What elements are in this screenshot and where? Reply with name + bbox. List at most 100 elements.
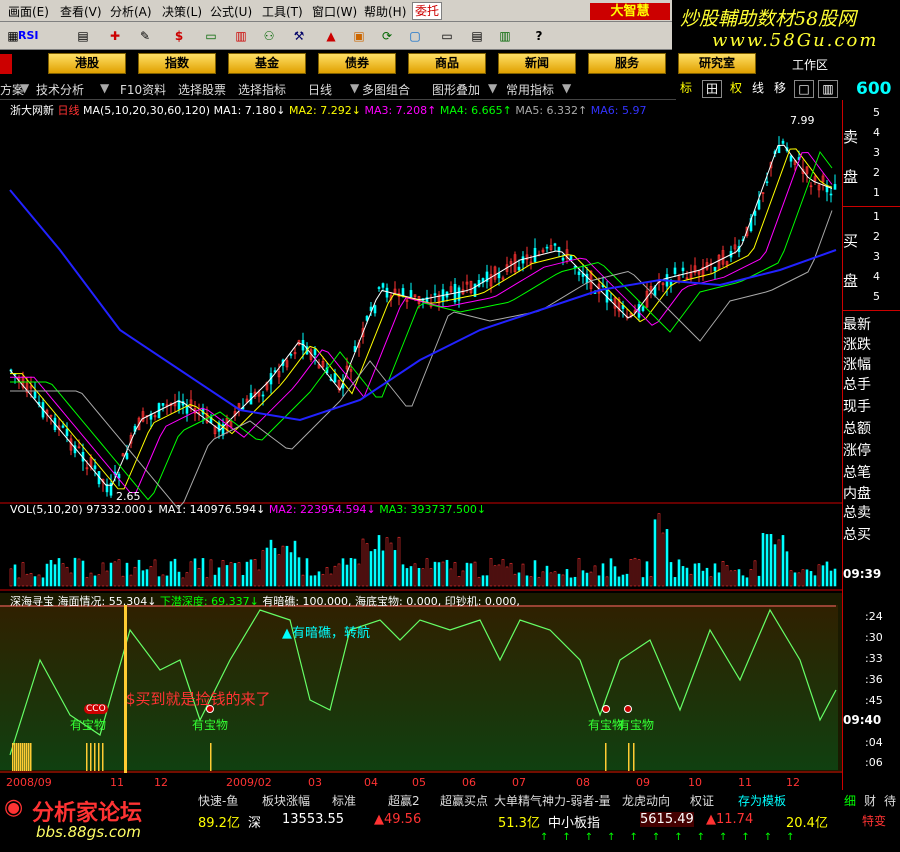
- index-value: 13553.55: [282, 812, 345, 827]
- daily-button[interactable]: 日线: [308, 81, 332, 98]
- nav-bonds[interactable]: 债券: [318, 53, 396, 74]
- candle-body: [585, 273, 589, 284]
- select-indicator-button[interactable]: 选择指标: [238, 81, 286, 98]
- status-tab[interactable]: 超赢2: [388, 792, 420, 809]
- multi-chart-button[interactable]: 多图组合: [362, 81, 410, 98]
- nav-index[interactable]: 指数: [138, 53, 216, 74]
- layout-icon[interactable]: ▤: [466, 26, 488, 46]
- move-button[interactable]: 移: [770, 80, 790, 98]
- status-tab[interactable]: 标准: [332, 792, 356, 809]
- calendar-icon[interactable]: ▣: [348, 26, 370, 46]
- money-icon[interactable]: ▭: [200, 26, 222, 46]
- volume-bar: [633, 557, 637, 587]
- volume-bar: [457, 576, 461, 587]
- tick-time: 09:39: [843, 567, 882, 581]
- nav-hk-stocks[interactable]: 港股: [48, 53, 126, 74]
- grid-button[interactable]: 田: [702, 80, 722, 98]
- chart-icon[interactable]: ▤: [72, 26, 94, 46]
- status-tab[interactable]: 大单精气神力-弱者-量: [494, 792, 611, 809]
- volume-bar: [129, 574, 133, 587]
- wrench-icon[interactable]: ⚒: [288, 26, 310, 46]
- menu-item-help[interactable]: 帮助(H): [364, 3, 406, 20]
- books-icon[interactable]: ▥: [494, 26, 516, 46]
- menu-item-screen[interactable]: 画面(E): [8, 3, 49, 20]
- rsi-button[interactable]: RSI: [18, 26, 39, 46]
- status-tab[interactable]: 龙虎动向: [622, 792, 670, 809]
- signal-spike: [102, 743, 104, 771]
- field-latest: 最新: [843, 317, 871, 333]
- menu-item-window[interactable]: 窗口(W): [312, 3, 357, 20]
- board-change: ▲11.74: [706, 812, 754, 827]
- common-indicator-button[interactable]: 常用指标: [506, 81, 554, 98]
- alert-icon[interactable]: ▲: [320, 26, 342, 46]
- candle-body: [557, 247, 561, 251]
- tech-analysis-button[interactable]: 技术分析: [36, 81, 84, 98]
- ruler-icon[interactable]: ✎: [134, 26, 156, 46]
- binoculars-icon[interactable]: ⚇: [258, 26, 280, 46]
- mark-button[interactable]: 标: [676, 80, 696, 98]
- workspace-label[interactable]: 工作区: [792, 56, 828, 73]
- volume-bar: [665, 529, 669, 587]
- volume-bar: [421, 568, 425, 587]
- bars-icon[interactable]: ▥: [230, 26, 252, 46]
- menu-item-view[interactable]: 查看(V): [60, 3, 102, 20]
- volume-bar: [449, 568, 453, 587]
- status-tab[interactable]: 超赢买点: [440, 792, 488, 809]
- dropdown-arrow-icon[interactable]: ▼: [100, 81, 109, 95]
- right-tab[interactable]: 细: [844, 792, 856, 809]
- nav-research[interactable]: 研究室: [678, 53, 756, 74]
- volume-bar: [689, 573, 693, 587]
- volume-bar: [593, 565, 597, 587]
- time-label: 11: [738, 776, 752, 789]
- menu-item-analysis[interactable]: 分析(A): [110, 3, 152, 20]
- volume-bar: [185, 572, 189, 587]
- line-button[interactable]: 线: [748, 80, 768, 98]
- crosshair-icon[interactable]: ✚: [104, 26, 126, 46]
- volume-bar: [105, 570, 109, 587]
- volume-bar: [705, 567, 709, 587]
- dropdown-arrow-icon[interactable]: ▼: [488, 81, 497, 95]
- sync-icon[interactable]: ⟳: [376, 26, 398, 46]
- dropdown-arrow-icon[interactable]: ▼: [20, 81, 29, 95]
- volume-bar: [249, 559, 253, 587]
- dropdown-arrow-icon[interactable]: ▼: [350, 81, 359, 95]
- menu-item-formula[interactable]: 公式(U): [210, 3, 252, 20]
- menu-item-decision[interactable]: 决策(L): [162, 3, 202, 20]
- dollar-button[interactable]: $: [168, 26, 190, 46]
- status-tab[interactable]: 快速-鱼: [198, 792, 238, 809]
- volume-bar: [501, 559, 505, 587]
- menu-item-tools[interactable]: 工具(T): [262, 3, 303, 20]
- right-tab[interactable]: 待: [884, 792, 896, 809]
- volume-bar: [769, 534, 773, 587]
- status-tab[interactable]: 板块涨幅: [262, 792, 310, 809]
- buy-annotation: $买到就是捡钱的来了: [126, 690, 271, 708]
- nav-funds[interactable]: 基金: [228, 53, 306, 74]
- display-icon[interactable]: ▢: [404, 26, 426, 46]
- right-tab[interactable]: 财: [864, 792, 876, 809]
- rights-button[interactable]: 权: [726, 80, 746, 98]
- sea-label: 海面情况: 55.304↓: [57, 595, 157, 608]
- dropdown-arrow-icon[interactable]: ▼: [562, 81, 571, 95]
- nav-service[interactable]: 服务: [588, 53, 666, 74]
- f10-button[interactable]: F10资料: [120, 81, 166, 98]
- volume-bar: [657, 513, 661, 587]
- nav-news[interactable]: 新闻: [498, 53, 576, 74]
- order-button[interactable]: 委托: [412, 2, 442, 20]
- volume-bar: [681, 566, 685, 587]
- overlay-button[interactable]: 图形叠加: [432, 81, 480, 98]
- help-icon[interactable]: ?: [528, 26, 550, 46]
- vol-label: VOL(5,10,20): [10, 503, 83, 516]
- volume-bar: [109, 562, 113, 587]
- window-icon[interactable]: ▭: [436, 26, 458, 46]
- volume-bar: [169, 561, 173, 587]
- candle-body: [573, 266, 577, 268]
- volume-bar: [821, 565, 825, 587]
- status-tab[interactable]: 权证: [690, 792, 714, 809]
- volume-bar: [549, 572, 553, 587]
- panel-button[interactable]: ▥: [818, 80, 838, 98]
- select-stock-button[interactable]: 选择股票: [178, 81, 226, 98]
- box-button[interactable]: □: [794, 80, 814, 98]
- nav-commodities[interactable]: 商品: [408, 53, 486, 74]
- volume-bar: [181, 577, 185, 587]
- status-tab-template[interactable]: 存为模板: [738, 792, 786, 809]
